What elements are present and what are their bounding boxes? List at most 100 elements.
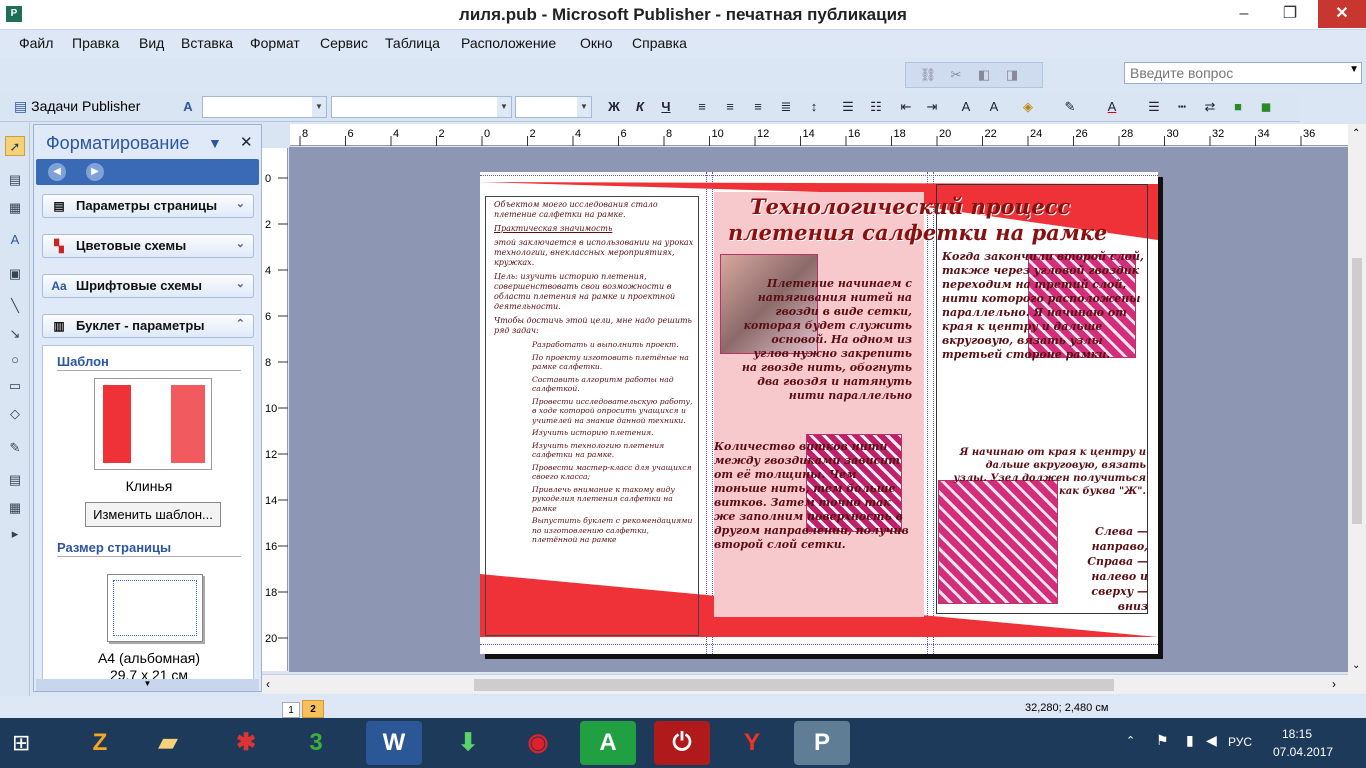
maximize-button[interactable]: ❐ — [1272, 0, 1308, 28]
oval-icon[interactable]: ○ — [5, 350, 25, 370]
font-color-icon[interactable]: A — [1102, 97, 1122, 117]
line-icon[interactable]: ╲ — [5, 296, 25, 316]
form-control-icon[interactable]: ▦ — [5, 498, 25, 518]
windows-start-icon[interactable]: ⊞ — [12, 730, 42, 756]
taskbar-yandex-icon[interactable]: Y — [724, 721, 780, 765]
text-box-icon[interactable]: ▤ — [5, 170, 25, 190]
menu-insert[interactable]: Вставка — [181, 35, 233, 51]
align-right-icon[interactable]: ≡ — [748, 97, 768, 117]
shadow-style-icon[interactable]: ■ — [1228, 97, 1248, 117]
tray-language[interactable]: РУС — [1228, 735, 1252, 749]
forward-arrow-icon[interactable]: ▶ — [86, 163, 104, 181]
arrow-style-icon[interactable]: ⇄ — [1200, 97, 1220, 117]
styles-icon[interactable]: A — [178, 97, 198, 117]
underline-button[interactable]: Ч — [656, 97, 676, 117]
page-2-button[interactable]: 2 — [302, 700, 324, 718]
taskbar-publisher-icon[interactable]: P — [794, 721, 850, 765]
autoshapes-icon[interactable]: ◇ — [5, 404, 25, 424]
section-font-schemes[interactable]: Aa Шрифтовые схемы ⌄ — [42, 274, 254, 298]
close-button[interactable]: ✕ — [1318, 0, 1366, 28]
table-icon[interactable]: ▦ — [5, 198, 25, 218]
link-icon[interactable]: ⛓ — [918, 65, 938, 85]
line-style-icon[interactable]: ☰ — [1144, 97, 1164, 117]
back-arrow-icon[interactable]: ◀ — [48, 163, 66, 181]
line-color-icon[interactable]: ✎ — [1060, 97, 1080, 117]
scroll-right-icon[interactable]: › — [1332, 677, 1336, 691]
tray-date[interactable]: 07.04.2017 — [1273, 745, 1333, 759]
publication-page[interactable]: Объектом моего исследования стало плетен… — [480, 172, 1158, 654]
taskbar-word-icon[interactable]: W — [366, 721, 422, 765]
bullets-icon[interactable]: ☷ — [866, 97, 886, 117]
align-center-icon[interactable]: ≡ — [720, 97, 740, 117]
hotspot-icon[interactable]: ▤ — [5, 470, 25, 490]
photo-girl-weaving-3[interactable] — [938, 480, 1058, 604]
numbering-icon[interactable]: ☰ — [838, 97, 858, 117]
tray-flag-icon[interactable]: ⚑ — [1156, 732, 1169, 749]
scroll-left-icon[interactable]: ‹ — [266, 677, 270, 691]
next-frame-icon[interactable]: ◨ — [1002, 65, 1022, 85]
wordart-icon[interactable]: A — [5, 230, 25, 250]
menu-window[interactable]: Окно — [580, 35, 613, 51]
taskbar-power-icon[interactable]: ⏻ — [654, 721, 710, 765]
rectangle-icon[interactable]: ▭ — [5, 376, 25, 396]
section-page-settings[interactable]: ▤ Параметры страницы ⌄ — [42, 194, 254, 218]
menu-format[interactable]: Формат — [250, 35, 300, 51]
tray-battery-icon[interactable]: ▮ — [1186, 732, 1194, 749]
taskbar-app-3-icon[interactable]: 3 — [288, 721, 344, 765]
horizontal-ruler[interactable]: 8 6 4 2 0 2 4 6 8 10 12 14 16 18 20 22 24 26 28 30 32 34 36 — [290, 124, 1348, 146]
increase-indent-icon[interactable]: ⇥ — [922, 97, 942, 117]
menu-table[interactable]: Таблица — [385, 35, 440, 51]
scroll-thumb[interactable] — [474, 679, 1114, 691]
chevron-down-icon[interactable]: ▼ — [1349, 64, 1359, 75]
menu-arrange[interactable]: Расположение — [461, 35, 556, 51]
taskbar-opera-icon[interactable]: ◉ — [510, 721, 566, 765]
select-pointer-icon[interactable]: ➚ — [5, 136, 25, 156]
increase-font-icon[interactable]: A — [984, 97, 1004, 117]
italic-button[interactable]: К — [630, 97, 650, 117]
task-pane-menu-button[interactable]: ▼ — [208, 135, 222, 151]
taskbar-folder-icon[interactable]: ▰ — [140, 721, 196, 765]
ruler-corner[interactable] — [262, 124, 290, 148]
tray-time[interactable]: 18:15 — [1282, 727, 1312, 741]
vertical-scrollbar[interactable]: ⌃ ⌄ — [1348, 124, 1366, 694]
template-thumbnail[interactable] — [94, 378, 212, 470]
page-1-button[interactable]: 1 — [282, 702, 300, 718]
section-booklet-options[interactable]: ▥ Буклет - параметры ⌃ — [42, 314, 254, 338]
taskbar-spider-icon[interactable]: ✱ — [218, 721, 274, 765]
task-pane-close-icon[interactable]: ✕ — [240, 133, 253, 151]
bold-button[interactable]: Ж — [604, 97, 624, 117]
section-color-schemes[interactable]: ▚ Цветовые схемы ⌄ — [42, 234, 254, 258]
dash-style-icon[interactable]: ┅ — [1172, 97, 1192, 117]
help-search-input[interactable]: Введите вопрос — [1124, 62, 1362, 84]
taskbar-download-icon[interactable]: ⬇ — [440, 721, 496, 765]
unlink-icon[interactable]: ✂ — [946, 65, 966, 85]
decrease-indent-icon[interactable]: ⇤ — [896, 97, 916, 117]
scroll-down-icon[interactable]: ⌄ — [1352, 660, 1360, 671]
picture-icon[interactable]: ▣ — [5, 264, 25, 284]
horizontal-scrollbar[interactable]: ‹ › — [262, 674, 1348, 694]
font-size-dropdown[interactable]: ▼ — [515, 96, 592, 118]
arrow-icon[interactable]: ↘ — [5, 324, 25, 344]
taskbar-app-game-icon[interactable]: Z — [72, 721, 128, 765]
task-pane-scroll-down[interactable]: ▼ — [36, 679, 259, 691]
3d-style-icon[interactable]: ◼ — [1256, 97, 1276, 117]
change-template-button[interactable]: Изменить шаблон... — [85, 502, 221, 527]
style-dropdown[interactable]: ▼ — [202, 96, 327, 118]
taskbar-a-app-icon[interactable]: A — [580, 721, 636, 765]
menu-edit[interactable]: Правка — [72, 35, 119, 51]
minimize-button[interactable]: – — [1226, 0, 1262, 28]
fill-color-icon[interactable]: ◈ — [1018, 97, 1038, 117]
menu-help[interactable]: Справка — [632, 35, 687, 51]
scroll-up-icon[interactable]: ⌃ — [1352, 128, 1360, 139]
justify-icon[interactable]: ≣ — [776, 97, 796, 117]
publisher-tasks-button[interactable]: ▤ Задачи Publisher — [14, 98, 140, 115]
design-gallery-icon[interactable]: ✎ — [5, 438, 25, 458]
align-left-icon[interactable]: ≡ — [692, 97, 712, 117]
tray-volume-icon[interactable]: ◀ — [1206, 732, 1217, 749]
decrease-font-icon[interactable]: A — [956, 97, 976, 117]
font-dropdown[interactable]: ▼ — [331, 96, 512, 118]
menu-file[interactable]: Файл — [19, 35, 53, 51]
page-size-thumbnail[interactable] — [107, 574, 203, 642]
scroll-thumb[interactable] — [1352, 258, 1362, 524]
line-spacing-icon[interactable]: ↕ — [804, 97, 824, 117]
